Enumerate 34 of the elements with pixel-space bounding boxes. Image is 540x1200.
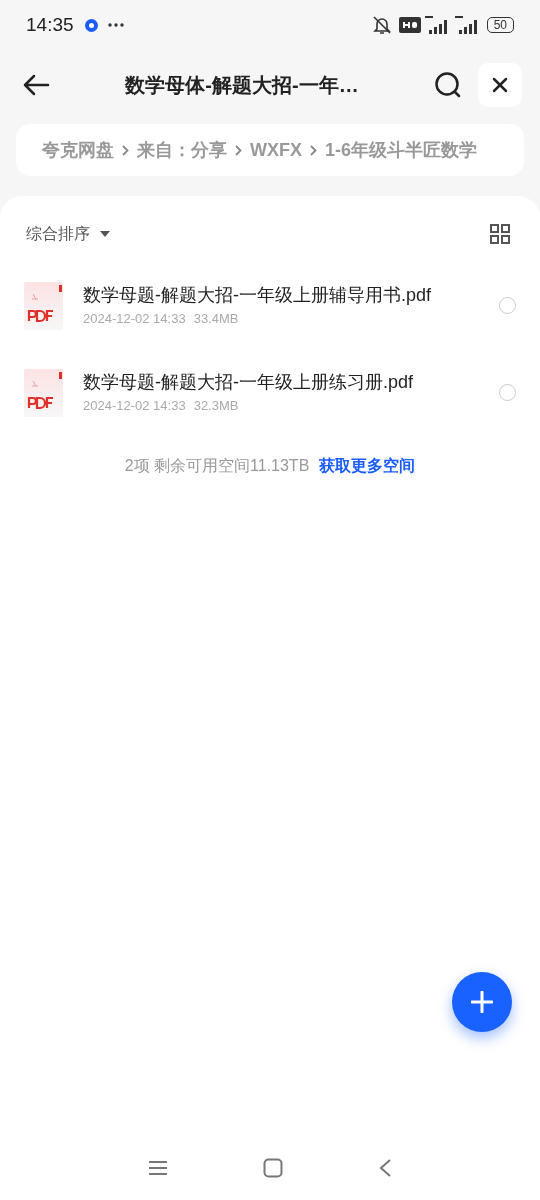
app-notification-icon [84, 18, 98, 32]
close-button[interactable] [478, 63, 522, 107]
more-icon [107, 23, 124, 27]
menu-icon[interactable] [148, 1160, 168, 1176]
back-icon[interactable] [378, 1158, 392, 1178]
pdf-file-icon [24, 368, 63, 417]
page-title: 数学母体-解题大招-一年… [125, 73, 359, 98]
grid-view-icon[interactable] [490, 224, 510, 244]
breadcrumb-item[interactable]: WXFX [250, 136, 302, 164]
add-button[interactable] [452, 972, 512, 1032]
pdf-file-icon [24, 281, 63, 330]
chevron-icon [122, 144, 129, 156]
battery-indicator: 50 [486, 17, 514, 33]
get-more-space-link[interactable]: 获取更多空间 [319, 454, 416, 478]
file-date: 2024-12-02 14:33 [83, 397, 186, 416]
mute-icon [370, 15, 393, 35]
file-name[interactable]: 数学母题-解题大招-一年级上册练习册.pdf [83, 369, 491, 397]
file-name[interactable]: 数学母题-解题大招-一年级上册辅导用书.pdf [83, 282, 491, 310]
file-size: 32.3MB [193, 397, 239, 416]
caret-icon [100, 231, 110, 237]
file-size: 33.4MB [193, 310, 239, 329]
clock: 14:35 [26, 12, 74, 37]
home-icon[interactable] [263, 1158, 283, 1178]
breadcrumb-item[interactable]: 夸克网盘 [42, 136, 114, 164]
breadcrumb-item[interactable]: 1-6年级斗半匠数学 [325, 136, 477, 164]
plus-icon [471, 991, 493, 1013]
chevron-icon [235, 144, 242, 156]
file-date: 2024-12-02 14:33 [83, 310, 186, 329]
breadcrumb-item[interactable]: 来自：分享 [137, 136, 227, 164]
hd-icon [398, 17, 421, 33]
chevron-icon [310, 144, 317, 156]
storage-summary: 2项 剩余可用空间11.13TB [124, 456, 310, 476]
sort-dropdown[interactable]: 综合排序 [26, 222, 110, 246]
close-icon [492, 77, 508, 93]
